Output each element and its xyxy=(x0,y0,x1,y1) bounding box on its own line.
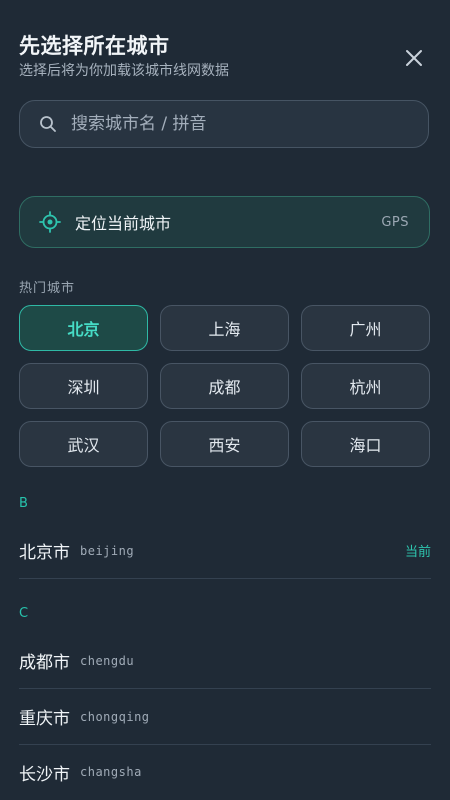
close-icon xyxy=(406,50,422,66)
hot-city-chip[interactable]: 广州 xyxy=(301,305,430,351)
hot-city-chip[interactable]: 上海 xyxy=(160,305,289,351)
close-button[interactable] xyxy=(403,47,425,69)
city-row-changsha[interactable]: 长沙市 changsha xyxy=(19,744,431,800)
locate-icon xyxy=(39,211,61,233)
hot-city-chip[interactable]: 北京 xyxy=(19,305,148,351)
hot-city-chip[interactable]: 武汉 xyxy=(19,421,148,467)
section-letter-b: B xyxy=(19,496,28,511)
hot-city-chip[interactable]: 深圳 xyxy=(19,363,148,409)
page-subtitle: 选择后将为你加载该城市线网数据 xyxy=(19,63,229,79)
header: 先选择所在城市 选择后将为你加载该城市线网数据 xyxy=(19,31,431,81)
city-pinyin: changsha xyxy=(80,765,142,779)
city-row-beijing[interactable]: 北京市 beijing 当前 xyxy=(19,523,431,579)
city-row-chongqing[interactable]: 重庆市 chongqing xyxy=(19,689,431,745)
city-pinyin: chongqing xyxy=(80,709,150,724)
city-name: 长沙市 xyxy=(19,764,70,785)
search-box[interactable] xyxy=(19,100,429,148)
locate-label: 定位当前城市 xyxy=(75,214,172,233)
city-row-chengdu[interactable]: 成都市 chengdu xyxy=(19,633,431,689)
city-name: 北京市 xyxy=(19,543,70,563)
search-input[interactable] xyxy=(69,113,428,135)
city-name: 重庆市 xyxy=(19,709,70,729)
hot-city-chip[interactable]: 西安 xyxy=(160,421,289,467)
hot-city-chip[interactable]: 杭州 xyxy=(301,363,430,409)
hot-city-chip[interactable]: 海口 xyxy=(301,421,430,467)
search-icon xyxy=(39,115,57,133)
locate-current-city-button[interactable]: 定位当前城市 GPS xyxy=(19,196,430,248)
hot-cities-title: 热门城市 xyxy=(19,281,76,296)
current-city-tag: 当前 xyxy=(404,545,431,560)
hot-city-chip[interactable]: 成都 xyxy=(160,363,289,409)
city-name: 成都市 xyxy=(19,653,70,673)
city-pinyin: beijing xyxy=(80,543,135,558)
page-title: 先选择所在城市 xyxy=(19,34,170,58)
section-letter-c: C xyxy=(19,606,29,621)
gps-badge: GPS xyxy=(381,214,409,230)
city-pinyin: chengdu xyxy=(80,653,135,668)
